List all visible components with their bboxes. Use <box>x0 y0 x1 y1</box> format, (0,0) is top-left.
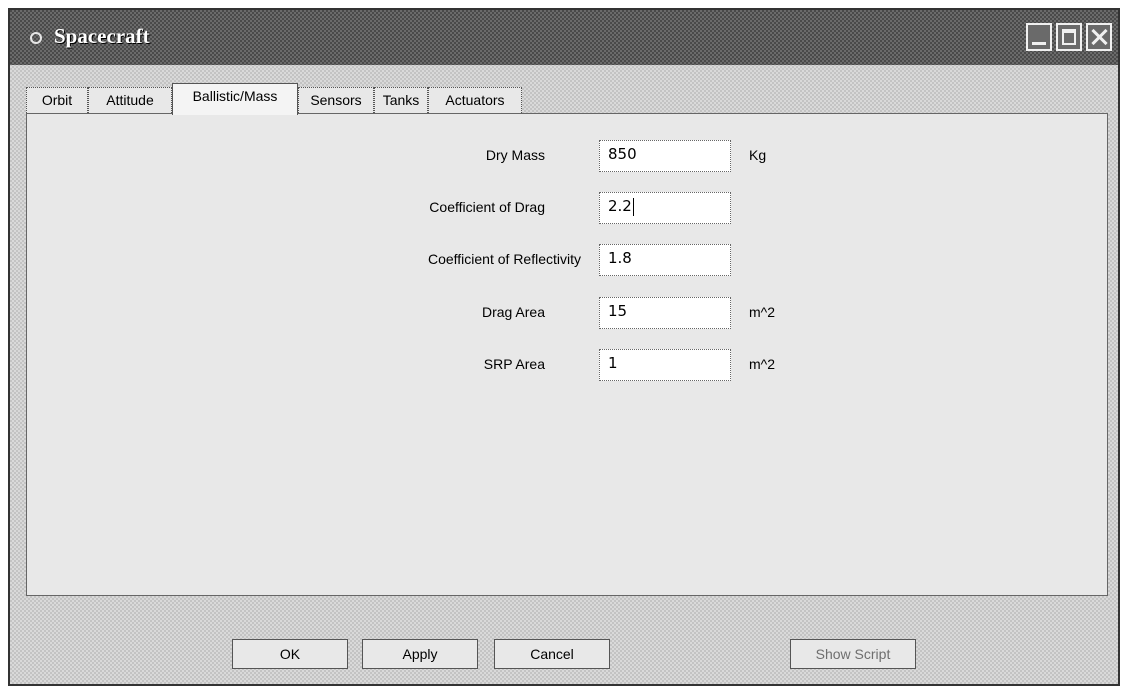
srp-area-value: 1 <box>608 354 618 372</box>
dry-mass-field[interactable]: 850 <box>599 140 731 172</box>
coefficient-of-reflectivity-value: 1.8 <box>608 249 632 267</box>
srp-area-unit: m^2 <box>749 356 776 372</box>
ok-button[interactable]: OK <box>232 639 348 669</box>
ballistic-mass-panel: Dry Mass 850 Kg Coefficient of Drag 2.2 … <box>26 113 1108 596</box>
coefficient-of-reflectivity-label: Coefficient of Reflectivity <box>427 251 581 267</box>
dry-mass-unit: Kg <box>749 147 767 163</box>
drag-area-field[interactable]: 15 <box>599 297 731 329</box>
coefficient-of-reflectivity-field[interactable]: 1.8 <box>599 244 731 276</box>
spacecraft-window: Spacecraft Orbit Attitude Ballistic/Mass… <box>8 8 1120 686</box>
text-cursor <box>632 197 634 216</box>
srp-area-label: SRP Area <box>483 356 545 372</box>
window-title: Spacecraft <box>54 24 150 48</box>
minimize-icon[interactable] <box>1026 23 1052 51</box>
drag-area-unit: m^2 <box>749 304 776 320</box>
drag-area-value: 15 <box>608 302 628 320</box>
maximize-icon[interactable] <box>1056 23 1082 51</box>
dry-mass-value: 850 <box>608 145 637 163</box>
tab-ballistic-mass[interactable]: Ballistic/Mass <box>172 83 298 115</box>
dialog-client-area: Orbit Attitude Ballistic/Mass Sensors Ta… <box>10 65 1118 684</box>
coefficient-of-drag-field[interactable]: 2.2 <box>599 192 731 224</box>
tab-tanks[interactable]: Tanks <box>374 87 428 113</box>
app-icon[interactable] <box>30 32 42 44</box>
srp-area-field[interactable]: 1 <box>599 349 731 381</box>
drag-area-label: Drag Area <box>481 304 545 320</box>
title-bar[interactable]: Spacecraft <box>10 10 1118 65</box>
dry-mass-label: Dry Mass <box>485 147 545 163</box>
tab-orbit[interactable]: Orbit <box>26 87 88 113</box>
coefficient-of-drag-value: 2.2 <box>608 197 632 215</box>
show-script-button[interactable]: Show Script <box>790 639 916 669</box>
apply-button[interactable]: Apply <box>362 639 478 669</box>
cancel-button[interactable]: Cancel <box>494 639 610 669</box>
coefficient-of-drag-label: Coefficient of Drag <box>429 199 545 215</box>
close-icon[interactable] <box>1086 23 1112 51</box>
tab-attitude[interactable]: Attitude <box>88 87 172 113</box>
tab-actuators[interactable]: Actuators <box>428 87 522 113</box>
tab-sensors[interactable]: Sensors <box>298 87 374 113</box>
